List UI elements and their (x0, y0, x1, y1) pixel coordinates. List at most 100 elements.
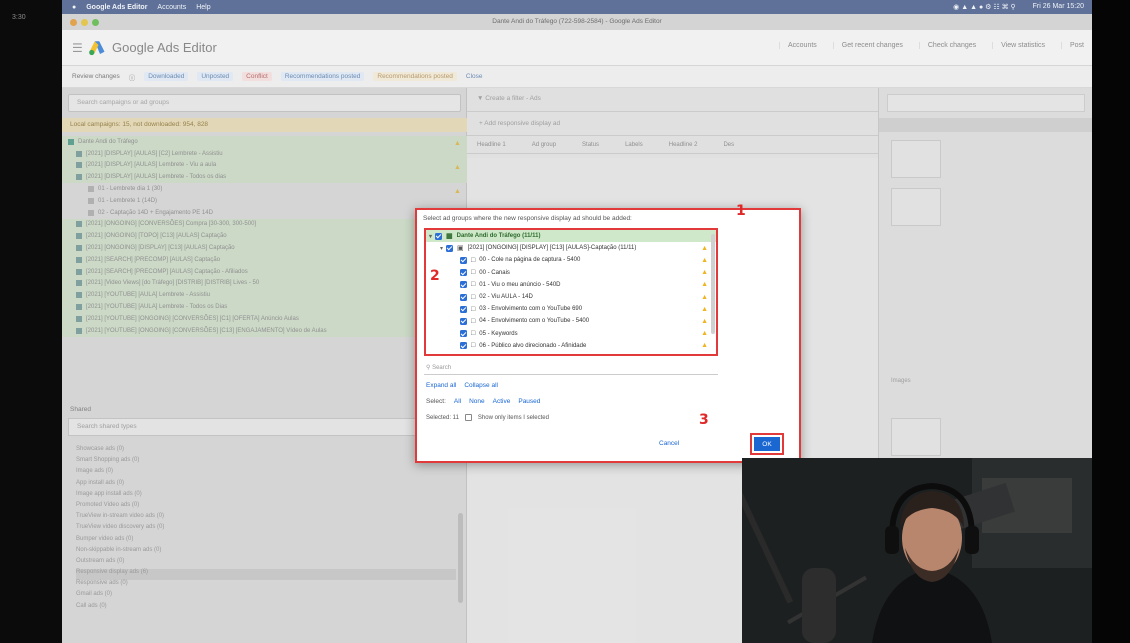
menu-app-name[interactable]: Google Ads Editor (86, 4, 147, 11)
chip-unposted[interactable]: Unposted (197, 72, 234, 81)
tree-row-adgroup[interactable]: □ 01 - Viu o meu anúncio - 540D ▲ (426, 279, 716, 291)
ad-group-icon: □ (471, 317, 476, 325)
warning-icon: ▲ (701, 305, 708, 313)
select-paused-link[interactable]: Paused (518, 398, 540, 405)
screen: ● Google Ads Editor Accounts Help ◉ ▲ ▲ … (62, 0, 1092, 643)
tree-row-adgroup[interactable]: □ 06 - Público alvo direcionado - Afinid… (426, 340, 716, 352)
warning-icon: ▲ (701, 281, 708, 289)
ok-button[interactable]: OK (754, 437, 780, 451)
maximize-icon[interactable] (92, 19, 99, 26)
dialog-search-input[interactable]: ⚲ Search (424, 361, 718, 375)
status-icons[interactable]: ◉ ▲ ▲ ● ⚙ ☷ ⌘ ⚲ (953, 3, 1015, 11)
warning-icon: ▲ (701, 269, 708, 277)
warning-icon: ▲ (701, 317, 708, 325)
clock[interactable]: Fri 26 Mar 15:20 (1033, 3, 1084, 11)
presenter-webcam-image (742, 458, 1092, 643)
menu-help[interactable]: Help (196, 4, 210, 11)
right-border (1092, 0, 1130, 643)
tree-row-adgroup[interactable]: □ 02 - Viu AULA - 14D ▲ (426, 291, 716, 303)
expand-icon[interactable]: ▾ (429, 233, 432, 240)
campaign-icon: ▣ (457, 245, 464, 253)
cancel-button[interactable]: Cancel (659, 440, 679, 447)
ad-group-icon: □ (471, 269, 476, 277)
tree-row-adgroup[interactable]: □ 05 - Keywords ▲ (426, 328, 716, 340)
checkbox[interactable] (460, 281, 467, 289)
tree-row-adgroup[interactable]: □ 03 - Envolvimento com o YouTube 690 ▲ (426, 303, 716, 315)
menu-icon[interactable]: ☰ (72, 41, 83, 55)
show-only-selected-checkbox[interactable] (464, 414, 472, 421)
show-only-selected-label: Show only items I selected (477, 414, 549, 421)
warning-icon: ▲ (701, 330, 708, 338)
ad-group-icon: □ (471, 281, 476, 289)
tree-row-adgroup[interactable]: □ 00 - Canais ▲ (426, 267, 716, 279)
ad-group-icon: □ (471, 342, 476, 350)
ad-group-icon: □ (471, 330, 476, 338)
mac-menubar: ● Google Ads Editor Accounts Help ◉ ▲ ▲ … (62, 0, 1092, 14)
view-statistics-button[interactable]: View statistics (992, 42, 1045, 49)
chip-downloaded[interactable]: Downloaded (144, 72, 189, 81)
select-none-link[interactable]: None (469, 398, 485, 405)
checkbox[interactable] (435, 232, 443, 240)
webcam-overlay (742, 458, 1092, 643)
checkbox[interactable] (460, 269, 467, 277)
get-recent-changes-button[interactable]: Get recent changes (832, 42, 903, 49)
account-icon: ▦ (446, 233, 453, 241)
search-icon: ⚲ (426, 365, 431, 371)
checkbox[interactable] (460, 256, 467, 264)
menu-accounts[interactable]: Accounts (157, 4, 186, 11)
review-changes-label: Review changes (72, 73, 120, 80)
annotation-number-2: 2 (430, 268, 440, 284)
annotation-number-1: 1 (736, 203, 746, 219)
chip-recommendations-1[interactable]: Recommendations posted (280, 72, 365, 81)
check-changes-button[interactable]: Check changes (918, 42, 976, 49)
expand-icon[interactable]: ▾ (440, 245, 443, 252)
close-icon[interactable] (70, 19, 77, 26)
left-border: 3:30 (0, 0, 62, 643)
accounts-button[interactable]: Accounts (778, 42, 817, 49)
selected-count-row: Selected: 11 Show only items I selected (426, 414, 549, 421)
brand-title: Google Ads Editor (112, 40, 217, 55)
expand-all-link[interactable]: Expand all (426, 382, 456, 389)
selected-count: Selected: 11 (426, 414, 459, 421)
google-ads-logo-icon (89, 41, 105, 56)
select-all-link[interactable]: All (454, 398, 461, 405)
tree-row-account[interactable]: ▾ ▦ Dante Andi do Tráfego (11/11) (426, 230, 716, 243)
minimize-icon[interactable] (81, 19, 88, 26)
checkbox[interactable] (460, 330, 467, 338)
select-ad-groups-dialog: Select ad groups where the new responsiv… (415, 208, 801, 463)
info-icon[interactable]: ⓘ (129, 72, 136, 82)
header-actions: Accounts Get recent changes Check change… (778, 42, 1084, 49)
checkbox[interactable] (460, 305, 467, 313)
checkbox[interactable] (460, 342, 467, 350)
warning-icon: ▲ (701, 342, 708, 350)
expand-collapse-links: Expand all Collapse all (426, 382, 498, 389)
tree-row-adgroup[interactable]: □ 00 - Cole na página de captura - 5400 … (426, 254, 716, 266)
ad-group-icon: □ (471, 305, 476, 313)
warning-icon: ▲ (701, 293, 708, 301)
select-active-link[interactable]: Active (493, 398, 511, 405)
chip-recommendations-2[interactable]: Recommendations posted (373, 72, 457, 81)
tree-row-campaign[interactable]: ▾ ▣ [2021] [ONGOING] [DISPLAY] [C13] [AU… (426, 242, 716, 254)
window-titlebar: Dante Andi do Tráfego (722-598-2584) - G… (62, 14, 1092, 30)
select-filter-row: Select: All None Active Paused (426, 398, 540, 405)
review-changes-bar: Review changes ⓘ Downloaded Unposted Con… (62, 66, 1092, 88)
app-header: ☰ Google Ads Editor Accounts Get recent … (62, 30, 1092, 66)
chip-conflict[interactable]: Conflict (242, 72, 272, 81)
dialog-title: Select ad groups where the new responsiv… (423, 215, 632, 222)
checkbox[interactable] (460, 293, 467, 301)
time-label: 3:30 (12, 14, 26, 21)
tree-row-adgroup[interactable]: □ 04 - Envolvimento com o YouTube - 5400… (426, 315, 716, 327)
post-button[interactable]: Post (1060, 42, 1084, 49)
ad-group-icon: □ (471, 293, 476, 301)
close-link[interactable]: Close (466, 73, 483, 80)
ad-group-tree: ▾ ▦ Dante Andi do Tráfego (11/11) ▾ ▣ [2… (424, 228, 718, 356)
collapse-all-link[interactable]: Collapse all (464, 382, 498, 389)
ad-group-icon: □ (471, 256, 476, 264)
ok-button-highlight: OK (750, 433, 784, 455)
warning-icon: ▲ (701, 256, 708, 264)
dialog-scrollbar[interactable] (711, 234, 715, 334)
checkbox[interactable] (446, 244, 454, 252)
apple-icon[interactable]: ● (72, 4, 76, 11)
checkbox[interactable] (460, 317, 467, 325)
window-title: Dante Andi do Tráfego (722-598-2584) - G… (492, 18, 662, 25)
